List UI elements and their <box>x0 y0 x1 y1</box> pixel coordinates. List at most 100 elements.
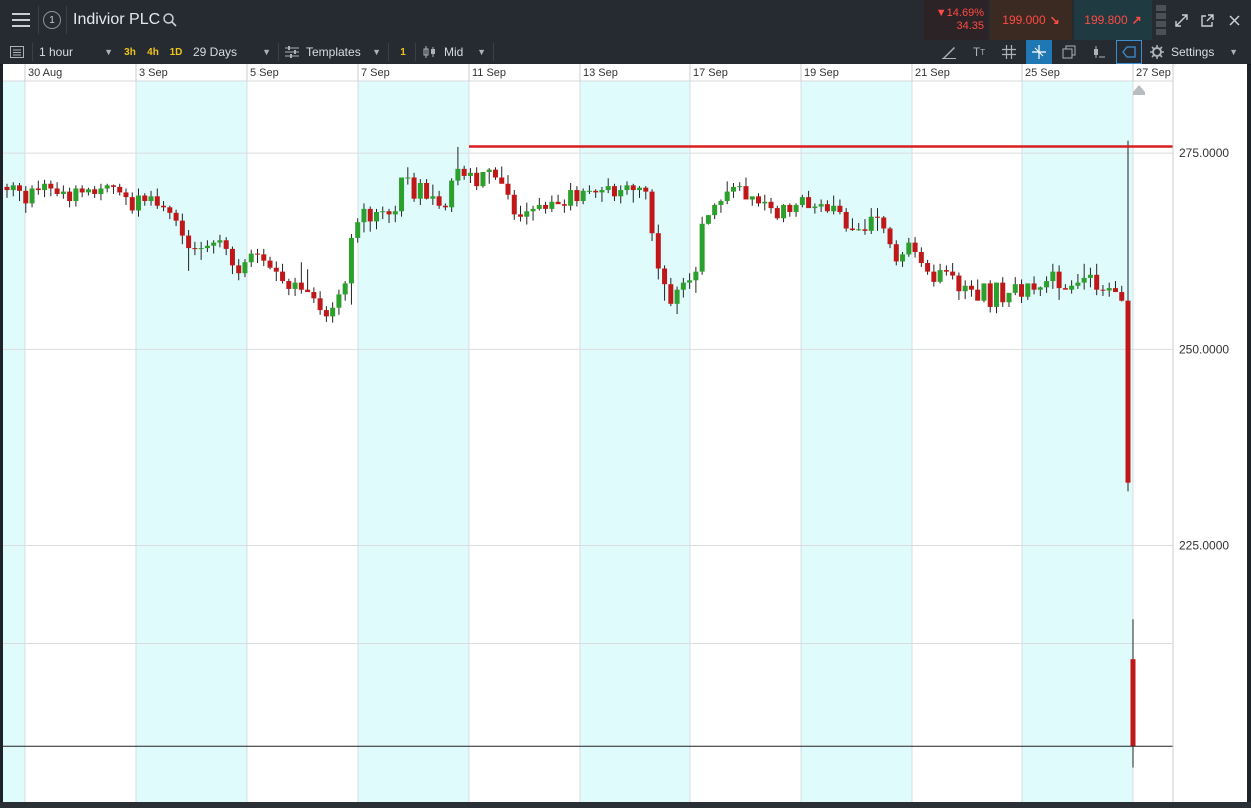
buy-price-button[interactable]: 199.800 ↗ <box>1074 0 1152 40</box>
expand-icon[interactable] <box>1170 0 1192 40</box>
y-tick-label: 250.0000 <box>1179 342 1229 356</box>
templates-label: Templates <box>306 45 361 59</box>
candle-body <box>186 235 192 249</box>
candle-body <box>192 248 198 250</box>
candle-body <box>580 190 586 202</box>
candle-body <box>774 208 780 219</box>
candle-body <box>110 185 116 187</box>
list-icon[interactable] <box>4 40 30 64</box>
layout-badge[interactable]: 1 <box>396 40 410 64</box>
candle-body <box>198 248 204 250</box>
candle-body <box>455 168 461 181</box>
candle-body <box>42 183 48 191</box>
candle-body <box>60 191 66 194</box>
candle-body <box>668 284 674 304</box>
hamburger-icon[interactable] <box>6 0 36 40</box>
candle-body <box>486 169 492 173</box>
candle-body <box>411 177 417 199</box>
candle-body <box>292 282 298 289</box>
candle-body <box>236 265 242 274</box>
chart-area[interactable]: 275.8500199.4000 30 Aug3 Sep5 Sep7 Sep11… <box>3 64 1247 802</box>
candle-body <box>912 242 918 253</box>
candle-body <box>399 177 405 212</box>
text-icon[interactable]: TT <box>966 40 992 64</box>
quick-interval-3h[interactable]: 3h <box>120 40 140 64</box>
instrument-title[interactable]: Indivior PLC <box>73 11 160 29</box>
candle-body <box>662 268 668 285</box>
candle-body <box>950 271 956 276</box>
candle-body <box>555 201 561 205</box>
divider <box>278 43 279 61</box>
candle-body <box>305 289 311 293</box>
x-tick-label: 3 Sep <box>139 67 168 79</box>
candle-body <box>117 186 123 193</box>
candle-body <box>4 186 10 191</box>
bottom-scrollbar[interactable] <box>0 802 1251 808</box>
candle-body <box>856 229 862 231</box>
candle-body <box>756 196 762 204</box>
candle-body <box>211 242 217 246</box>
candle-body <box>430 196 436 199</box>
x-axis: 30 Aug 3 Sep 5 Sep 7 Sep 11 Sep 13 Sep 17 Sep 1… <box>3 64 1173 82</box>
candle-body <box>405 177 411 179</box>
candle-body <box>762 201 768 204</box>
indicator-icon[interactable] <box>1086 40 1112 64</box>
candle-body <box>1000 282 1006 303</box>
quick-interval-4h[interactable]: 4h <box>143 40 163 64</box>
candle-body <box>436 196 442 206</box>
candle-body <box>749 196 755 200</box>
divider <box>38 6 39 34</box>
candle-body <box>255 253 261 255</box>
arrow-up-icon: ↗ <box>1131 13 1142 27</box>
candle-body <box>611 186 617 197</box>
candle-body <box>962 285 968 292</box>
candle-body <box>1106 288 1112 291</box>
drawing-icon[interactable] <box>936 40 962 64</box>
candle-body <box>17 185 23 191</box>
candle-body <box>987 283 993 307</box>
candle-body <box>424 182 430 199</box>
search-icon[interactable] <box>160 0 180 40</box>
chevron-down-icon: ▼ <box>372 47 381 57</box>
candle-body <box>154 196 160 206</box>
candle-body <box>925 263 931 272</box>
candle-body <box>1019 284 1025 297</box>
candle-body <box>173 212 179 221</box>
quick-interval-1d[interactable]: 1D <box>166 40 186 64</box>
interval-select[interactable]: 1 hour ▼ <box>39 40 115 64</box>
candlestick-chart[interactable]: 275.8500199.4000 30 Aug3 Sep5 Sep7 Sep11… <box>3 64 1247 802</box>
interval-label: 1 hour <box>39 45 74 59</box>
price-type-select[interactable]: Mid ▼ <box>422 40 488 64</box>
layers-icon[interactable] <box>1056 40 1082 64</box>
candle-body <box>937 270 943 282</box>
range-select[interactable]: 29 Days ▼ <box>193 40 273 64</box>
candle-body <box>1069 285 1075 290</box>
x-tick-label: 17 Sep <box>693 67 728 79</box>
templates-menu[interactable]: Templates ▼ <box>285 40 383 64</box>
session-band <box>136 81 247 802</box>
candle-body <box>818 204 824 207</box>
link-group-badge[interactable]: 1 <box>42 0 62 40</box>
candle-body <box>492 169 498 178</box>
settings-button[interactable]: Settings ▼ <box>1150 40 1250 64</box>
crosshair-icon[interactable] <box>1026 40 1052 64</box>
price-label-icon[interactable] <box>1116 40 1142 64</box>
candle-body <box>361 208 367 223</box>
candle-body <box>511 194 517 215</box>
candle-body <box>417 182 423 199</box>
candle-body <box>674 289 680 304</box>
sell-price-button[interactable]: 199.000 ↘ <box>990 0 1072 40</box>
grid-icon[interactable] <box>996 40 1022 64</box>
candle-body <box>1112 288 1118 293</box>
candle-body <box>781 204 787 219</box>
candle-body <box>311 292 317 299</box>
candle-body <box>1075 282 1081 286</box>
popout-icon[interactable] <box>1196 0 1218 40</box>
signal-icon[interactable] <box>1154 0 1168 40</box>
candle-body <box>23 190 29 204</box>
candle-body <box>893 244 899 262</box>
close-icon[interactable] <box>1222 0 1246 40</box>
candle-body <box>943 270 949 272</box>
candle-body <box>862 229 868 231</box>
candle-body <box>104 185 110 189</box>
